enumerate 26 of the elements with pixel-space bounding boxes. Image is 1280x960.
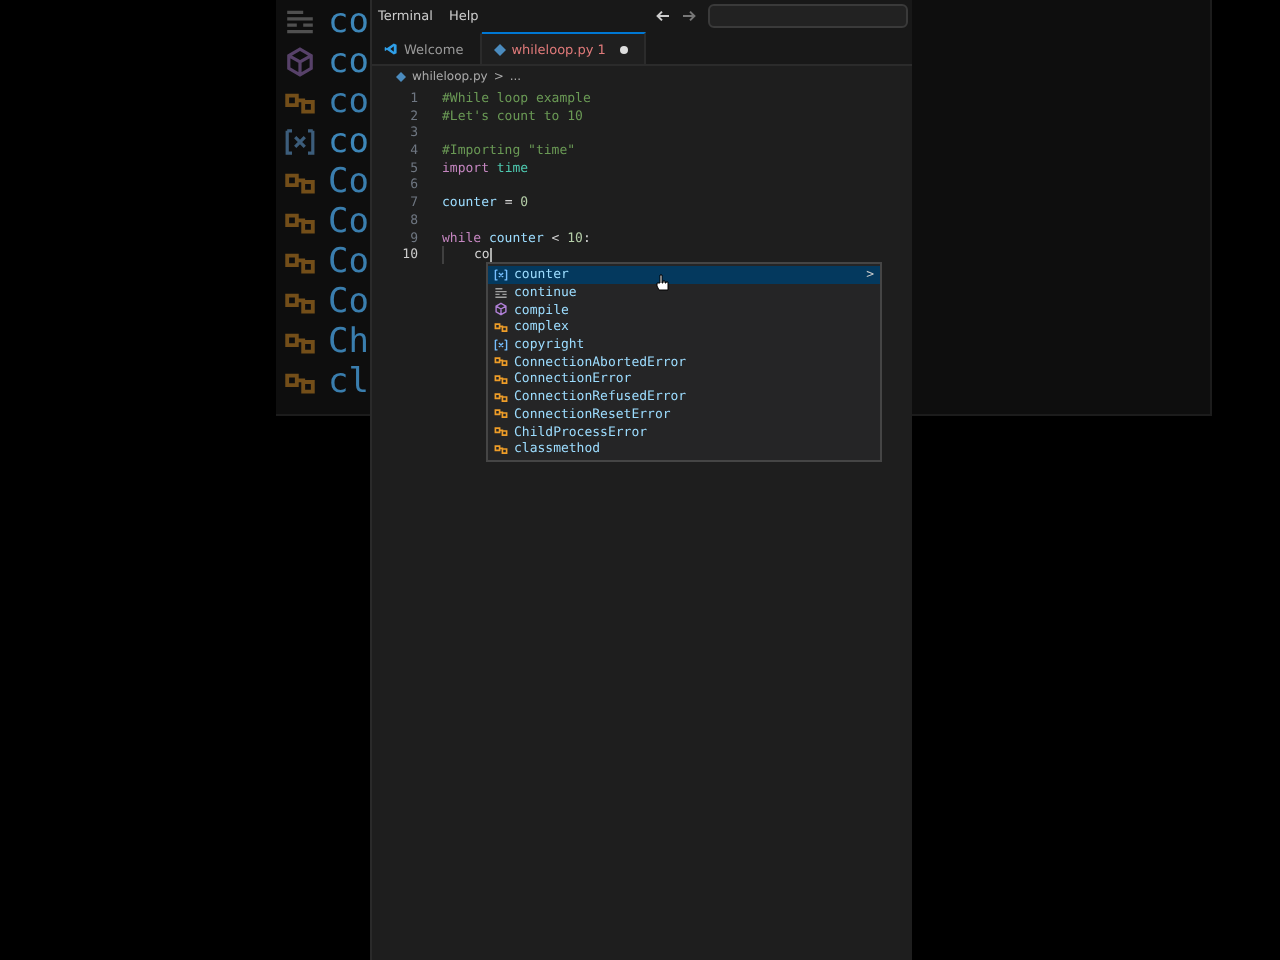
suggestion-label: Co [328, 282, 369, 322]
suggestion-label: cl [328, 362, 369, 402]
variable-icon [494, 267, 508, 282]
python-file-icon [493, 43, 506, 55]
hand-pointer-icon [656, 274, 670, 292]
cube-icon [494, 302, 508, 317]
suggestion-label: Co [328, 242, 369, 282]
text-cursor [489, 247, 492, 264]
keyword-icon [494, 285, 508, 300]
suggestion-label: co [328, 122, 369, 162]
back-arrow-icon[interactable] [656, 10, 670, 22]
python-file-icon [396, 71, 406, 81]
suggestion-label: co [328, 2, 369, 42]
class-icon [494, 319, 508, 334]
variable-icon [494, 337, 508, 352]
search-field[interactable] [708, 4, 908, 28]
suggestion-label: Co [328, 202, 369, 242]
suggestion-label: co [328, 42, 369, 82]
cube-icon [284, 46, 316, 78]
keyword-icon [284, 6, 316, 38]
suggestion-label: co [328, 82, 369, 122]
forward-arrow-icon[interactable] [682, 10, 696, 22]
suggestion-label: Ch [328, 322, 369, 362]
suggestion-label: Co [328, 162, 369, 202]
variable-icon [284, 126, 316, 158]
vscode-logo-icon [384, 42, 398, 56]
